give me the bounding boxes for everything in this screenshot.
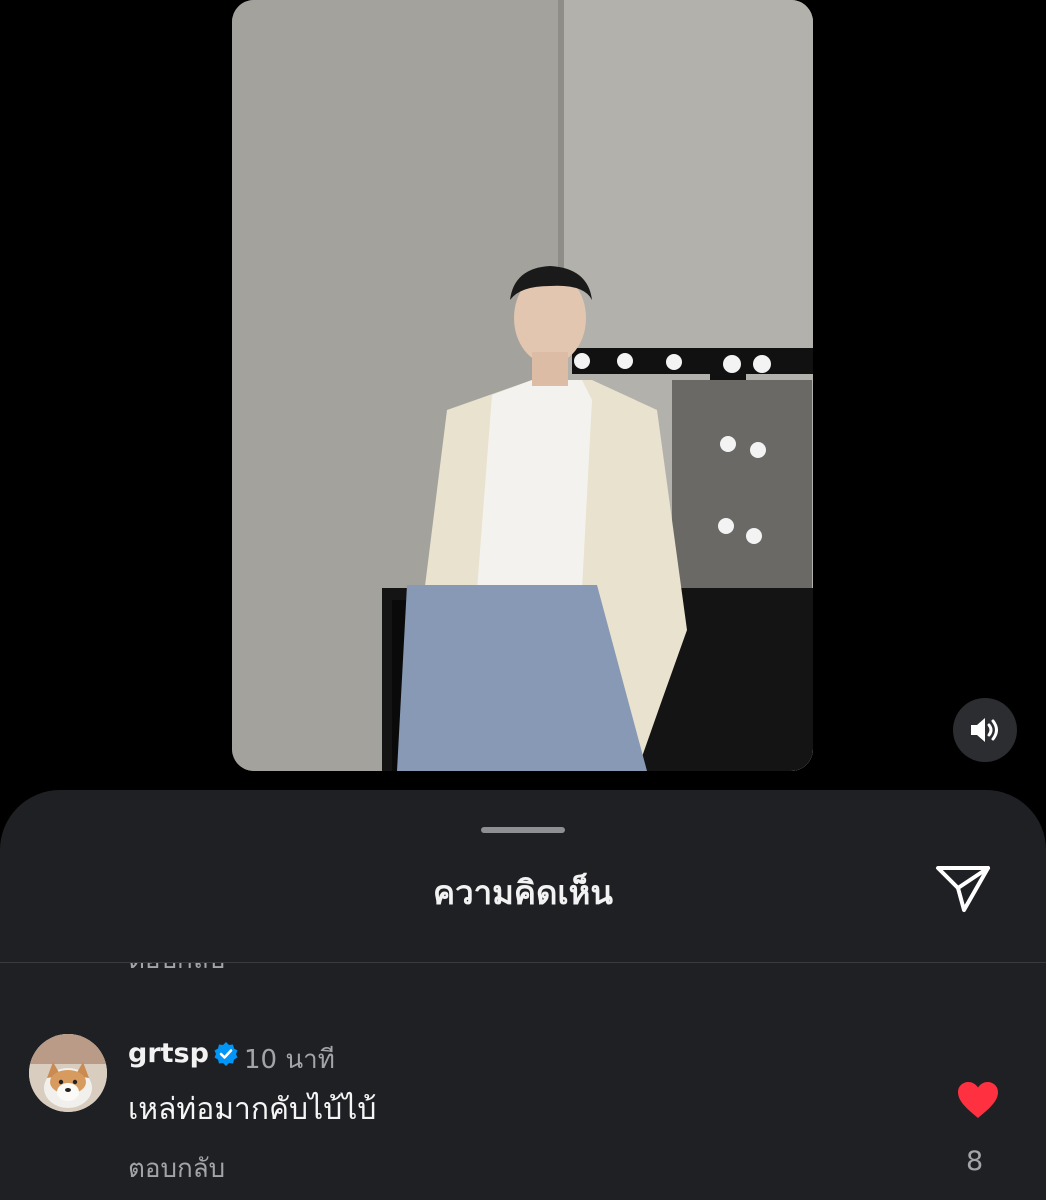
comments-sheet: ความคิดเห็น <box>0 790 1046 1200</box>
send-icon <box>936 866 990 912</box>
comment-username[interactable]: grtsp <box>128 1038 209 1069</box>
verified-badge-icon <box>214 1042 238 1066</box>
post-photo <box>232 0 813 771</box>
sheet-title: ความคิดเห็น <box>433 873 613 912</box>
app-screen: ความคิดเห็น ตอบกลับ 12 grtsp 10 นาที <box>0 0 1046 1200</box>
avatar-image <box>29 1034 107 1112</box>
heart-icon <box>958 1082 998 1118</box>
avatar[interactable] <box>29 1034 107 1112</box>
comment-timestamp: 10 นาที <box>244 1045 335 1075</box>
sheet-grabber[interactable] <box>481 827 565 833</box>
previous-comment-clipped: ตอบกลับ 12 <box>0 963 1046 979</box>
reply-button[interactable]: ตอบกลับ <box>128 1148 225 1189</box>
like-button[interactable] <box>956 1080 1000 1120</box>
speaker-icon <box>971 718 998 742</box>
post-media[interactable] <box>232 0 813 771</box>
share-button[interactable] <box>930 858 996 918</box>
comment-text: เหล่ท่อมากคับไบ้ไบ้ <box>128 1092 377 1127</box>
previous-like-count: 12 <box>966 963 999 969</box>
sound-toggle-button[interactable] <box>953 698 1017 762</box>
like-count: 8 <box>966 1146 984 1177</box>
previous-reply-button[interactable]: ตอบกลับ <box>128 963 225 979</box>
